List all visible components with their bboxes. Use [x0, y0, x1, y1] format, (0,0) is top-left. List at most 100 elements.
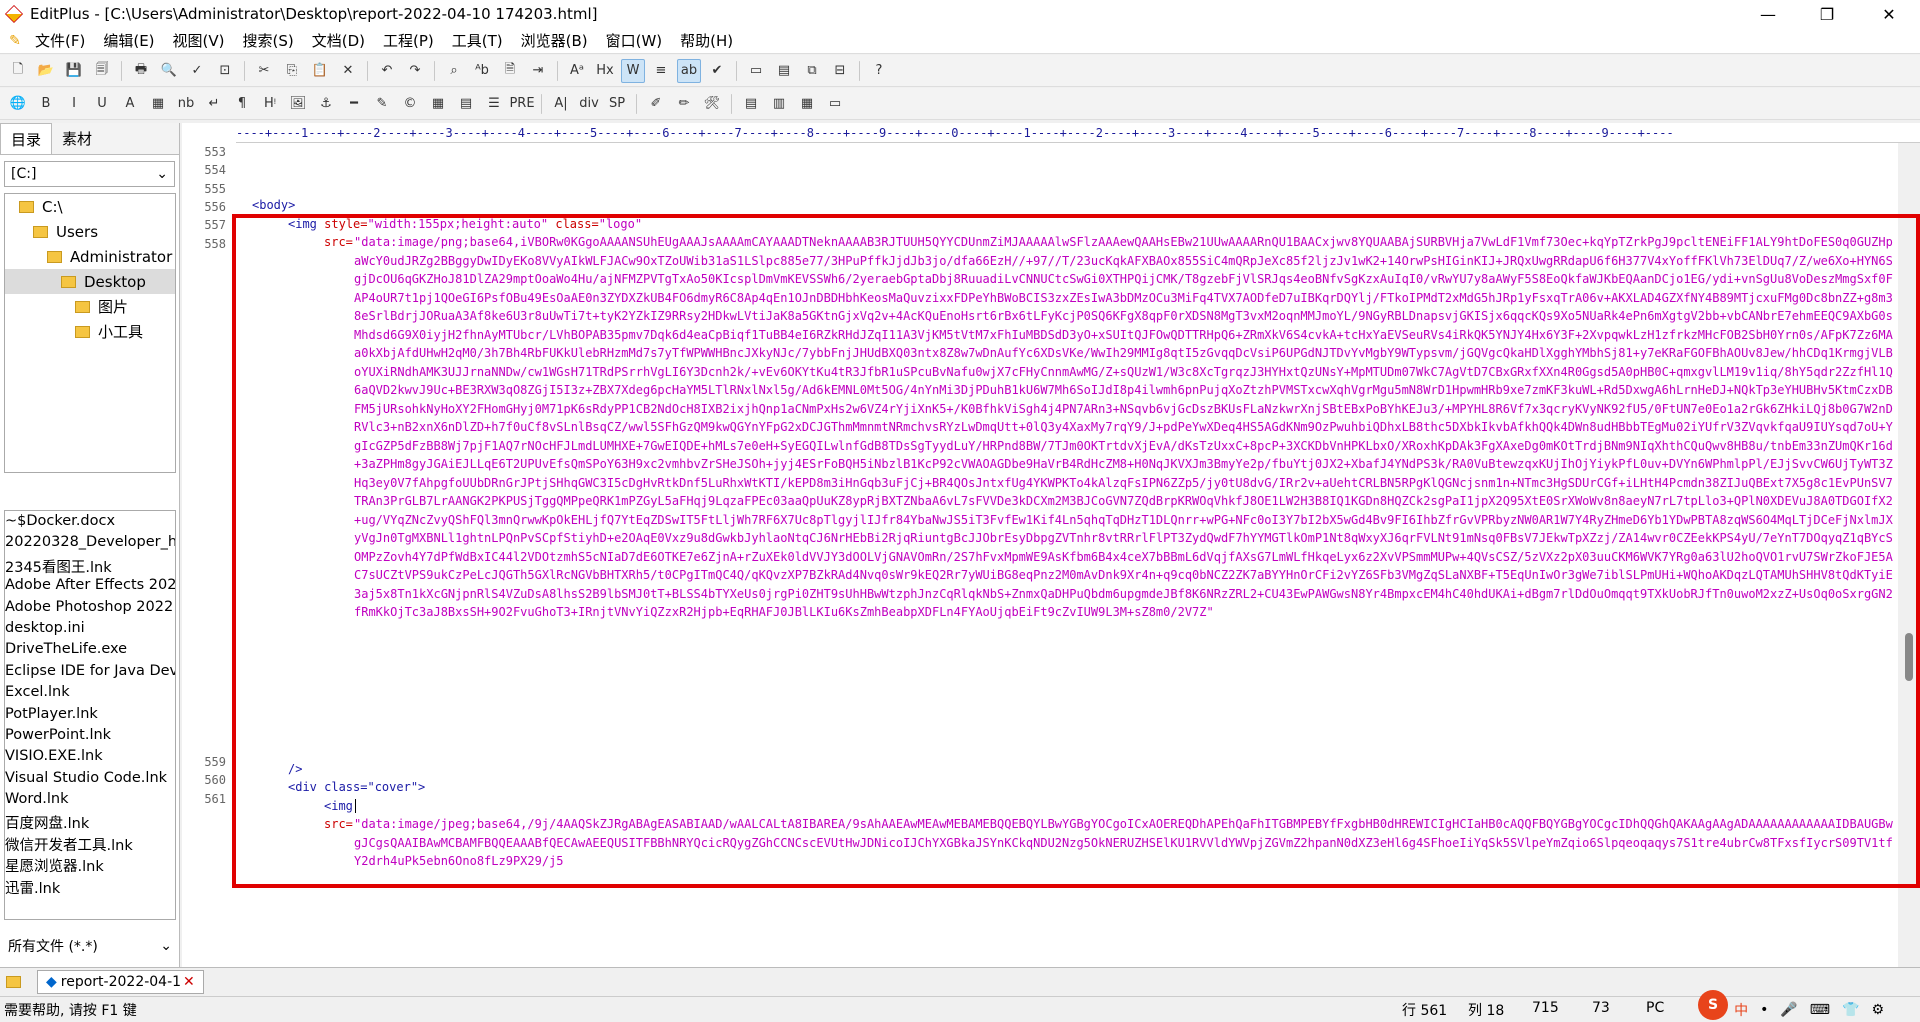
word-wrap-icon[interactable]: W [621, 58, 645, 83]
file-list-item[interactable]: desktop.ini [5, 620, 175, 641]
paste-icon[interactable]: 📋 [308, 59, 332, 83]
tree-item[interactable]: 图片 [5, 294, 175, 319]
file-list-item[interactable]: Visual Studio Code.lnk [5, 770, 175, 791]
cut-icon[interactable]: ✂ [252, 59, 276, 83]
panel-right-icon[interactable]: ▤ [772, 59, 796, 83]
div-icon[interactable]: div [577, 92, 601, 116]
file-list-item[interactable]: Word.lnk [5, 791, 175, 812]
goto-icon[interactable]: ⇥ [526, 59, 550, 83]
replace-icon[interactable]: ᴬb [470, 59, 494, 83]
form-icon[interactable]: ▤ [454, 92, 478, 116]
br-icon[interactable]: ↵ [202, 92, 226, 116]
nbsp-icon[interactable]: nb [174, 92, 198, 116]
panel-d-icon[interactable]: ▭ [823, 92, 847, 116]
help-icon[interactable]: ? [867, 59, 891, 83]
punctuation-icon[interactable]: • [1760, 1002, 1768, 1018]
copyright-icon[interactable]: © [398, 92, 422, 116]
open-icon[interactable]: 📂 [34, 59, 58, 83]
tree-item[interactable]: 小工具 [5, 319, 175, 344]
undo-icon[interactable]: ↶ [375, 59, 399, 83]
code-view[interactable]: <body> <img style="width:155px;height:au… [236, 143, 1898, 967]
file-list-item[interactable]: DriveTheLife.exe [5, 641, 175, 662]
font-color-icon[interactable]: A [118, 92, 142, 116]
tree-item[interactable]: C:\ [5, 194, 175, 219]
image-icon[interactable]: 🖼 [286, 92, 310, 116]
panel-b-icon[interactable]: ▥ [767, 92, 791, 116]
find-icon[interactable]: ⌕ [442, 59, 466, 83]
microphone-icon[interactable]: 🎤 [1780, 1002, 1797, 1018]
h-tag-icon[interactable]: Hᵎ [258, 92, 282, 116]
browser-icon[interactable]: ⊡ [213, 59, 237, 83]
drive-select[interactable]: [C:] ⌄ [4, 161, 175, 187]
close-button[interactable]: ✕ [1862, 0, 1916, 28]
file-list-item[interactable]: ~$Docker.docx [5, 513, 175, 534]
tree-item[interactable]: Administrator [5, 244, 175, 269]
globe-icon[interactable]: 🌐 [6, 92, 30, 116]
menu-project[interactable]: 工程(P) [374, 28, 443, 54]
anchor-icon[interactable]: ⚓ [314, 92, 338, 116]
hr-icon[interactable]: ━ [342, 92, 366, 116]
redo-icon[interactable]: ↷ [403, 59, 427, 83]
file-list-item[interactable]: 20220328_Developer_ht [5, 534, 175, 555]
tab-clips[interactable]: 素材 [52, 123, 102, 154]
tree-item[interactable]: Desktop [5, 269, 175, 294]
menu-view[interactable]: 视图(V) [164, 28, 234, 54]
tools-icon[interactable]: 🛠 [700, 92, 724, 116]
tab-directory[interactable]: 目录 [0, 123, 53, 154]
menu-browser[interactable]: 浏览器(B) [512, 28, 597, 54]
css-icon[interactable]: ✐ [644, 92, 668, 116]
table-icon[interactable]: ▦ [426, 92, 450, 116]
editor-area[interactable]: ----+----1----+----2----+----3----+----4… [182, 123, 1920, 967]
pre-icon[interactable]: PRE [509, 92, 534, 116]
panel-left-icon[interactable]: ▭ [744, 59, 768, 83]
copy-icon[interactable]: ⎘ [280, 59, 304, 83]
chinese-mode-icon[interactable]: 中 [1734, 1000, 1748, 1020]
menu-search[interactable]: 搜索(S) [234, 28, 303, 54]
menu-document[interactable]: 文档(D) [303, 28, 374, 54]
menu-edit[interactable]: 编辑(E) [94, 28, 163, 54]
spell-icon[interactable]: ✓ [185, 59, 209, 83]
vertical-scrollbar[interactable] [1898, 143, 1920, 967]
new-file-icon[interactable]: 🗋 [6, 59, 30, 83]
delete-icon[interactable]: ✕ [336, 59, 360, 83]
file-list-item[interactable]: Adobe After Effects 202 [5, 577, 175, 598]
file-list-item[interactable]: 2345看图王.lnk [5, 556, 175, 577]
column-select-icon[interactable]: ab [677, 58, 701, 83]
comment-icon[interactable]: ✎ [370, 92, 394, 116]
panel-c-icon[interactable]: ▦ [795, 92, 819, 116]
list-icon[interactable]: ☰ [482, 92, 506, 116]
minimize-button[interactable]: — [1741, 0, 1795, 28]
abc-icon[interactable]: A| [549, 92, 573, 116]
file-list-item[interactable]: Eclipse IDE for Java Dev [5, 663, 175, 684]
file-list-item[interactable]: PotPlayer.lnk [5, 706, 175, 727]
close-tab-icon[interactable]: ✕ [183, 974, 195, 990]
file-list-item[interactable]: Adobe Photoshop 2022 [5, 599, 175, 620]
print-icon[interactable]: 🖶 [129, 59, 153, 83]
sogou-ime-icon[interactable]: S [1698, 989, 1729, 1020]
line-numbers-icon[interactable]: ≡ [649, 59, 673, 83]
file-list-item[interactable]: 百度网盘.lnk [5, 812, 175, 833]
font-size-icon[interactable]: Aᵃ [565, 59, 589, 83]
menu-file[interactable]: 文件(F) [26, 28, 94, 54]
file-list-item[interactable]: 迅雷.lnk [5, 877, 175, 898]
file-list-item[interactable]: 星愿浏览器.lnk [5, 855, 175, 876]
para-icon[interactable]: ¶ [230, 92, 254, 116]
check-icon[interactable]: ✔ [705, 59, 729, 83]
edit-icon[interactable]: ✏ [672, 92, 696, 116]
save-icon[interactable]: 💾 [62, 59, 86, 83]
settings-icon[interactable]: ⚙ [1871, 1002, 1884, 1018]
panel-bottom-icon[interactable]: ⧉ [800, 59, 824, 83]
span-icon[interactable]: SP [605, 92, 629, 116]
menu-tools[interactable]: 工具(T) [443, 28, 512, 54]
color-grid-icon[interactable]: ▦ [146, 92, 170, 116]
menu-help[interactable]: 帮助(H) [671, 28, 742, 54]
underline-icon[interactable]: U [90, 92, 114, 116]
file-list-item[interactable]: PowerPoint.lnk [5, 727, 175, 748]
tab-report-html[interactable]: ◆ report-2022-04-1 ✕ [37, 970, 204, 994]
panel-split-icon[interactable]: ⊟ [828, 59, 852, 83]
keyboard-icon[interactable]: ⌨ [1810, 1002, 1830, 1018]
menu-window[interactable]: 窗口(W) [597, 28, 672, 54]
print-preview-icon[interactable]: 🔍 [157, 59, 181, 83]
scroll-thumb[interactable] [1905, 633, 1913, 681]
hx-icon[interactable]: Hx [593, 59, 617, 83]
